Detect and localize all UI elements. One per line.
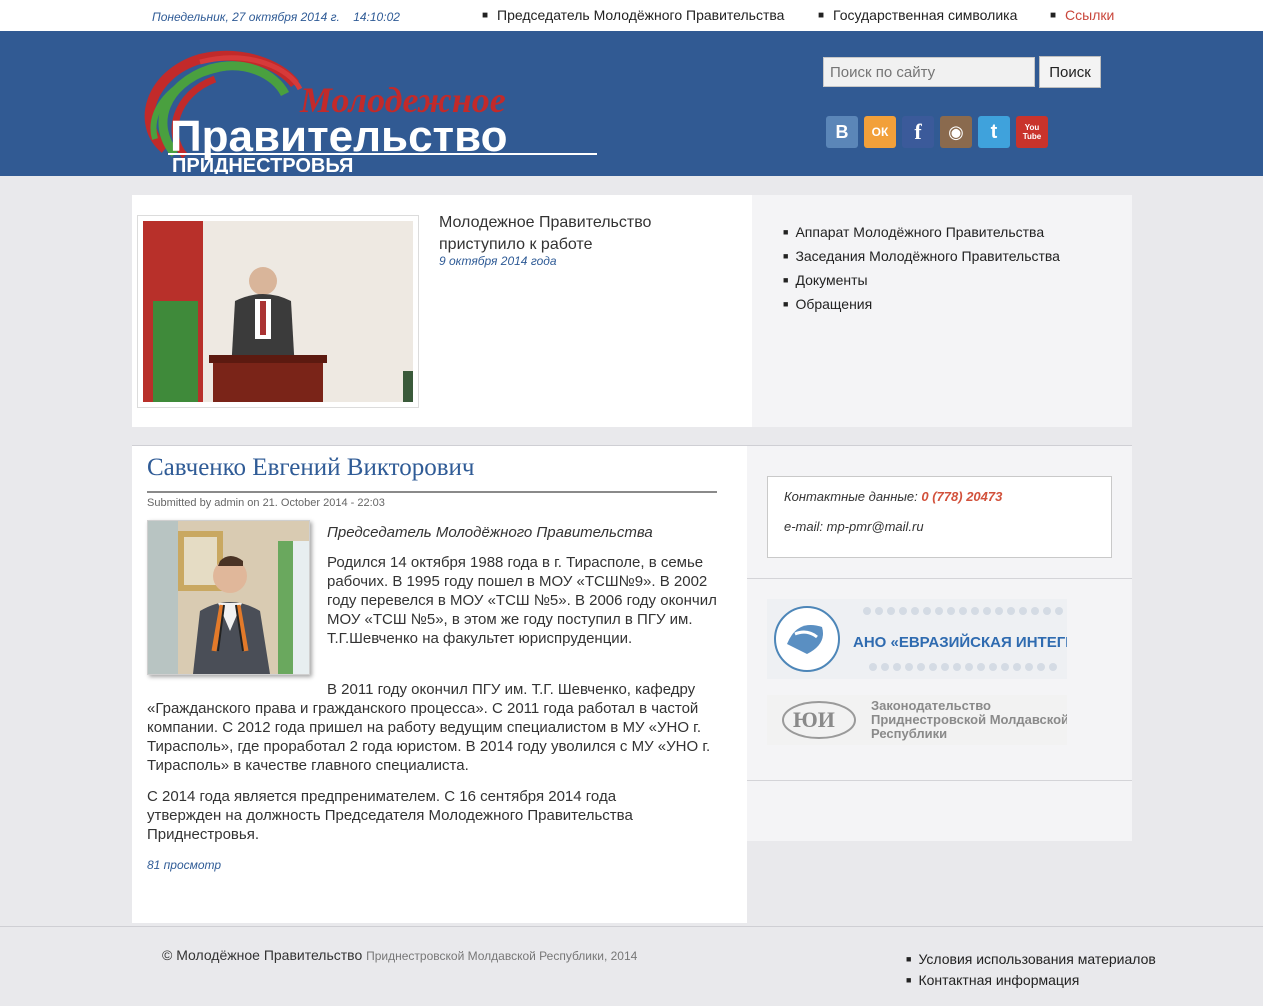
vk-icon[interactable]: В	[826, 116, 858, 148]
banner-eurasia-text: АНО «ЕВРАЗИЙСКАЯ ИНТЕГРАЦИЯ»	[853, 633, 1067, 651]
contact-phone-label: Контактные данные:	[784, 489, 918, 504]
banner-law-line-3: Республики	[871, 726, 947, 741]
instagram-icon[interactable]: ◉	[940, 116, 972, 148]
facebook-icon[interactable]: f	[902, 116, 934, 148]
logo-text-3: ПРИДНЕСТРОВЬЯ	[172, 155, 353, 174]
contact-phone-number[interactable]: 0 (778) 20473	[921, 489, 1002, 504]
sidebar-divider	[747, 578, 1132, 579]
article-paragraph-2: В 2011 году окончил ПГУ им. Т.Г. Шевченк…	[147, 681, 711, 774]
banner-law-line-2: Приднестровской Молдавской	[871, 712, 1067, 727]
menu-item-apparatus-label: Аппарат Молодёжного Правительства	[795, 224, 1045, 240]
site-header: Молодежное Правительство ПРИДНЕСТРОВЬЯ П…	[0, 31, 1263, 176]
person-photo	[147, 520, 310, 675]
banner-law-line-1: Законодательство	[871, 698, 991, 713]
footer-link-terms-label: Условия использования материалов	[918, 951, 1156, 967]
toplink-state-symbols[interactable]: ■ Государственная символика	[818, 7, 1017, 23]
menu-item-apparatus[interactable]: ■ Аппарат Молодёжного Правительства	[783, 224, 1044, 240]
menu-item-documents-label: Документы	[795, 272, 868, 288]
news-thumbnail[interactable]	[137, 215, 419, 408]
site-logo[interactable]: Молодежное Правительство ПРИДНЕСТРОВЬЯ	[130, 44, 605, 174]
contact-phone: Контактные данные: 0 (778) 20473	[784, 489, 1002, 504]
footer-link-contacts-label: Контактная информация	[918, 972, 1080, 988]
current-time: 14:10:02	[353, 10, 400, 24]
copyright-rest: Приднестровской Молдавской Республики, 2…	[366, 949, 638, 963]
date-time: Понедельник, 27 октября 2014 г. 14:10:02	[152, 10, 400, 24]
contact-email[interactable]: e-mail: mp-pmr@mail.ru	[784, 519, 924, 534]
toplink-links[interactable]: ■ Ссылки	[1050, 7, 1114, 23]
title-rule	[147, 491, 717, 493]
menu-item-appeals-label: Обращения	[795, 296, 873, 312]
footer-divider	[0, 926, 1263, 927]
footer-link-contacts[interactable]: ■ Контактная информация	[906, 972, 1079, 988]
article-paragraph-1: Родился 14 октября 1988 года в г. Тирасп…	[327, 554, 717, 647]
toplink-chairman[interactable]: ■ Председатель Молодёжного Правительства	[482, 7, 784, 23]
footer-copyright: © Молодёжное Правительство Приднестровск…	[162, 947, 637, 963]
sidebar-divider-bottom	[747, 780, 1132, 781]
odnoklassniki-icon[interactable]: ОК	[864, 116, 896, 148]
menu-item-meetings[interactable]: ■ Заседания Молодёжного Правительства	[783, 248, 1060, 264]
current-date: Понедельник, 27 октября 2014 г.	[152, 10, 340, 24]
news-title[interactable]: Молодежное Правительство приступило к ра…	[439, 212, 739, 256]
article-title: Савченко Евгений Викторович	[147, 454, 475, 481]
toplink-links-label: Ссылки	[1065, 7, 1115, 23]
submitted-meta: Submitted by admin on 21. October 2014 -…	[147, 497, 385, 509]
menu-item-documents[interactable]: ■ Документы	[783, 272, 868, 288]
twitter-icon[interactable]: t	[978, 116, 1010, 148]
svg-text:ЮИ: ЮИ	[793, 707, 835, 732]
menu-item-appeals[interactable]: ■ Обращения	[783, 296, 872, 312]
toplink-chairman-label: Председатель Молодёжного Правительства	[497, 7, 785, 23]
copyright-main: © Молодёжное Правительство	[162, 947, 363, 963]
article-position: Председатель Молодёжного Правительства	[327, 524, 653, 541]
banner-eurasian-integration[interactable]: АНО «ЕВРАЗИЙСКАЯ ИНТЕГРАЦИЯ»	[767, 599, 1126, 679]
top-bar: Понедельник, 27 октября 2014 г. 14:10:02…	[0, 0, 1263, 31]
view-count: 81 просмотр	[147, 858, 222, 872]
search-input[interactable]	[823, 57, 1035, 87]
toplink-state-symbols-label: Государственная символика	[833, 7, 1018, 23]
news-date: 9 октября 2014 года	[439, 254, 557, 268]
search-button[interactable]: Поиск	[1039, 56, 1101, 88]
footer-link-terms[interactable]: ■ Условия использования материалов	[906, 951, 1156, 967]
news-photo	[143, 221, 413, 402]
menu-item-meetings-label: Заседания Молодёжного Правительства	[795, 248, 1060, 264]
article-paragraph-3: С 2014 года является предпренимателем. С…	[147, 788, 633, 843]
banner-legislation[interactable]: ЮИ Законодательство Приднестровской Молд…	[767, 695, 1069, 745]
youtube-icon[interactable]: You Tube	[1016, 116, 1048, 148]
